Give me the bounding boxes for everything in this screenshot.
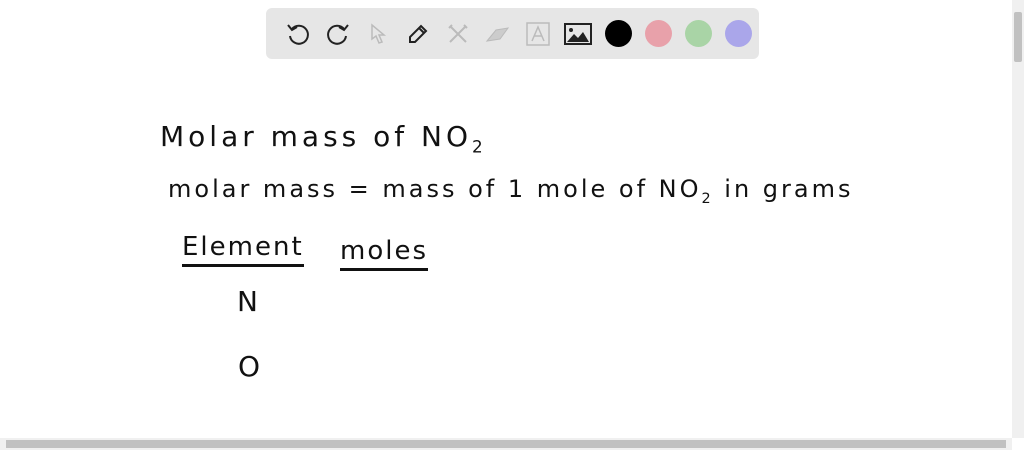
vertical-scrollbar[interactable] xyxy=(1012,0,1024,438)
drawing-toolbar xyxy=(266,8,759,59)
title-subscript: 2 xyxy=(472,136,487,157)
definition-text: molar mass = mass of 1 mole of NO xyxy=(168,175,702,203)
color-green[interactable] xyxy=(678,14,718,54)
definition-line: molar mass = mass of 1 mole of NO2 in gr… xyxy=(168,175,854,207)
header-moles: moles xyxy=(340,236,428,271)
redo-icon[interactable] xyxy=(318,14,358,54)
definition-text-end: in grams xyxy=(713,175,854,203)
eraser-icon[interactable] xyxy=(478,14,518,54)
color-purple[interactable] xyxy=(718,14,758,54)
undo-icon[interactable] xyxy=(278,14,318,54)
pen-icon[interactable] xyxy=(398,14,438,54)
select-icon[interactable] xyxy=(358,14,398,54)
element-o: O xyxy=(238,350,263,383)
text-icon[interactable] xyxy=(518,14,558,54)
color-black[interactable] xyxy=(598,14,638,54)
vertical-scroll-thumb[interactable] xyxy=(1014,12,1022,62)
definition-subscript: 2 xyxy=(701,190,714,207)
horizontal-scroll-thumb[interactable] xyxy=(6,440,1006,448)
element-n: N xyxy=(237,285,260,318)
color-pink[interactable] xyxy=(638,14,678,54)
horizontal-scrollbar[interactable] xyxy=(0,438,1012,450)
title-text: Molar mass of NO xyxy=(160,120,473,153)
header-element: Element xyxy=(182,232,304,267)
image-icon[interactable] xyxy=(558,14,598,54)
title-line: Molar mass of NO2 xyxy=(160,120,487,157)
tools-icon[interactable] xyxy=(438,14,478,54)
